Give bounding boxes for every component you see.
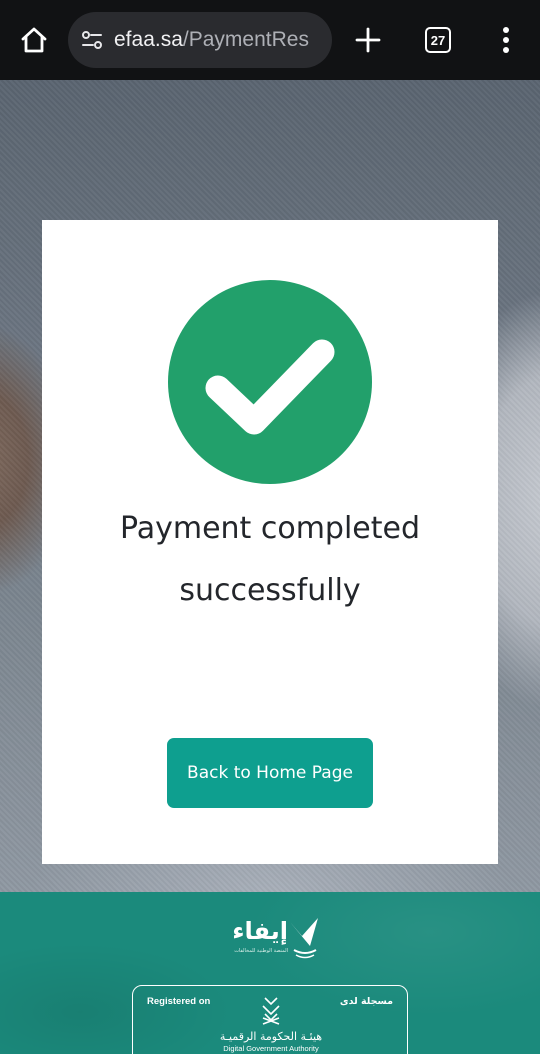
efaa-logo-icon bbox=[290, 918, 318, 959]
registered-on-label-ar: مسجلة لدى bbox=[339, 996, 393, 1007]
url-host: efaa.sa bbox=[114, 28, 183, 51]
more-vertical-icon bbox=[503, 27, 509, 53]
home-icon bbox=[21, 27, 47, 53]
registered-on-label: Registered on bbox=[147, 996, 211, 1007]
site-settings-icon[interactable] bbox=[80, 28, 104, 52]
dga-logo-icon bbox=[262, 997, 280, 1025]
browser-toolbar: efaa.sa/PaymentRes 27 bbox=[0, 0, 540, 80]
efaa-logo[interactable]: إيفاء المنصة الوطنية للمخالفات bbox=[218, 914, 324, 964]
browser-menu-button[interactable] bbox=[484, 18, 528, 62]
site-footer: إيفاء المنصة الوطنية للمخالفات Registere… bbox=[0, 892, 540, 1054]
url-text[interactable]: efaa.sa/PaymentRes bbox=[114, 28, 320, 52]
new-tab-button[interactable] bbox=[346, 18, 390, 62]
dga-name-ar: هيئـة الحكومة الرقميـة bbox=[219, 1030, 323, 1043]
payment-result-card: Payment completed successfully Back to H… bbox=[42, 220, 498, 864]
address-bar[interactable]: efaa.sa/PaymentRes bbox=[68, 12, 332, 68]
tab-count-badge: 27 bbox=[425, 27, 451, 53]
plus-icon bbox=[355, 27, 381, 53]
back-to-home-button[interactable]: Back to Home Page bbox=[167, 738, 373, 808]
dga-name-en: Digital Government Authority bbox=[223, 1044, 319, 1053]
url-path: /PaymentRes bbox=[182, 28, 309, 51]
success-message: Payment completed successfully bbox=[119, 511, 421, 608]
home-button[interactable] bbox=[12, 18, 56, 62]
success-check-icon bbox=[168, 280, 372, 484]
tab-switcher-button[interactable]: 27 bbox=[416, 18, 460, 62]
efaa-logo-text: إيفاء bbox=[232, 917, 288, 945]
dga-registration-badge[interactable]: Registered on مسجلة لدى هيئـة الحكومة ال… bbox=[132, 985, 408, 1054]
efaa-logo-tagline: المنصة الوطنية للمخالفات bbox=[234, 948, 288, 954]
